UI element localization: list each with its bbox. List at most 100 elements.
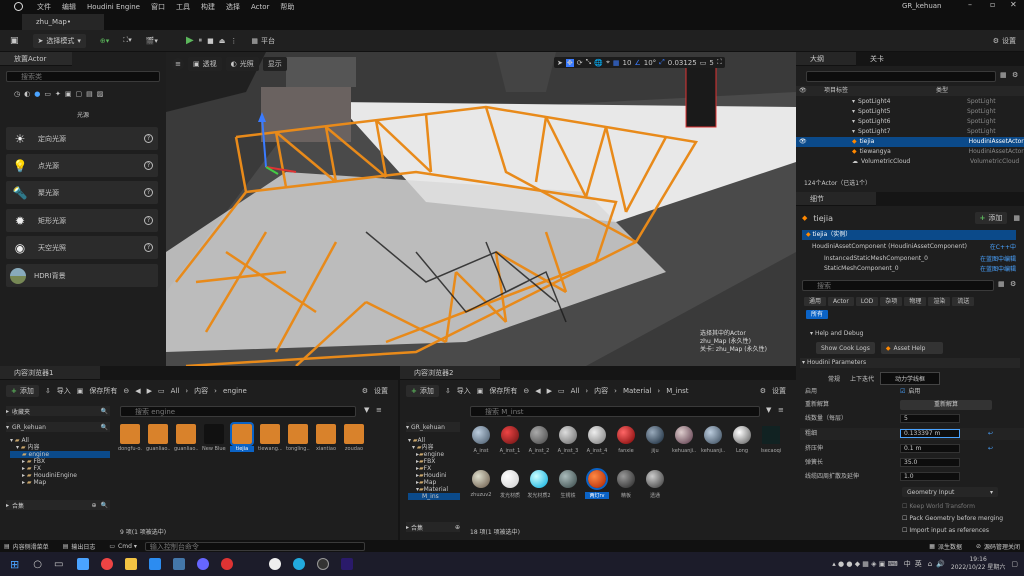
- folder-item[interactable]: ▸ ▰ HoudiniEngine: [10, 472, 110, 479]
- history-icon[interactable]: ⊖: [523, 387, 529, 395]
- material-thumb[interactable]: [675, 426, 693, 444]
- subtab-iteration[interactable]: 上下迭代: [846, 373, 878, 384]
- scale-snap-icon[interactable]: ⤢: [659, 58, 665, 67]
- app-obs-icon[interactable]: [317, 558, 330, 570]
- menu-file[interactable]: 文件: [37, 2, 51, 12]
- material-thumb[interactable]: [617, 426, 635, 444]
- cb2-path-material[interactable]: Material: [623, 387, 651, 395]
- settings-icon[interactable]: ⚙: [1012, 71, 1018, 79]
- menu-houdini[interactable]: Houdini Engine: [87, 3, 140, 11]
- material-thumb[interactable]: [646, 426, 664, 444]
- windows-start-icon[interactable]: ⊞: [10, 558, 19, 571]
- output-log-icon[interactable]: ▤: [63, 543, 69, 550]
- settings-icon[interactable]: ⚙: [760, 387, 766, 395]
- filter-lod[interactable]: LOD: [855, 297, 879, 306]
- blueprint-thumb[interactable]: [204, 424, 224, 444]
- cb2-save-all-button[interactable]: 保存所有: [489, 386, 517, 396]
- show-cook-logs-button[interactable]: Show Cook Logs: [816, 342, 875, 354]
- perspective-button[interactable]: ▣ 透视: [188, 57, 222, 71]
- save-icon[interactable]: ▣: [477, 387, 484, 395]
- import-references-check[interactable]: ☐ Import input as references: [902, 525, 1003, 537]
- folder-item[interactable]: ▾ ▰All: [408, 437, 460, 444]
- component-row[interactable]: HoudiniAssetComponent (HoudiniAssetCompo…: [802, 240, 1016, 252]
- houdini-asset-thumb[interactable]: [316, 424, 336, 444]
- col-item-label[interactable]: 项目标签: [810, 86, 936, 96]
- recook-button[interactable]: 重新解算: [900, 400, 992, 410]
- houdini-asset-thumb-selected[interactable]: [230, 422, 254, 446]
- angle-snap-value[interactable]: 10°: [644, 59, 656, 67]
- menu-help[interactable]: 帮助: [280, 2, 294, 12]
- actor-spot-light[interactable]: 🔦 聚光源?: [6, 181, 158, 204]
- history-icon[interactable]: ⊖: [123, 387, 129, 395]
- pack-geometry-check[interactable]: ☐ Pack Geometry before merging: [902, 513, 1003, 525]
- cb2-settings-button[interactable]: 设置: [772, 386, 786, 396]
- settings-icon[interactable]: ⚙: [993, 37, 999, 45]
- filter-actor[interactable]: Actor: [828, 297, 854, 306]
- classes-icon[interactable]: ▤: [86, 90, 93, 98]
- world-space-icon[interactable]: 🌐: [594, 59, 603, 67]
- maximize-button[interactable]: ▫: [990, 0, 995, 9]
- source-control-icon[interactable]: ⊘: [976, 543, 981, 550]
- component-row[interactable]: StaticMeshComponent_0 在蓝图中编辑: [802, 264, 1016, 273]
- folder-item[interactable]: ▸ ▰ FBX: [10, 458, 110, 465]
- settings-button[interactable]: 设置: [1002, 36, 1016, 46]
- cb2-path-all[interactable]: All: [571, 387, 580, 395]
- help-icon[interactable]: ?: [144, 134, 153, 143]
- filter-rendering[interactable]: 渲染: [928, 297, 951, 306]
- outliner-row[interactable]: ▾ SpotLight5 SpotLight: [796, 107, 1024, 117]
- content-browser-1-tab[interactable]: 内容浏览器1: [0, 366, 100, 380]
- scale-snap-value[interactable]: 0.03125: [668, 59, 697, 67]
- other-icon[interactable]: ▨: [97, 90, 104, 98]
- visibility-icon[interactable]: 👁: [796, 137, 852, 147]
- derived-data-icon[interactable]: ▦: [929, 543, 935, 550]
- outliner-row[interactable]: ▾ SpotLight4 SpotLight: [796, 97, 1024, 107]
- app-ue-icon[interactable]: [269, 558, 282, 570]
- help-icon[interactable]: ?: [144, 216, 153, 225]
- material-thumb[interactable]: [617, 470, 635, 488]
- actor-rect-light[interactable]: ✹ 矩形光源?: [6, 209, 158, 232]
- actor-search-input[interactable]: 搜索类: [6, 71, 160, 82]
- material-thumb[interactable]: [501, 426, 519, 444]
- level-viewport[interactable]: ≡ ▣ 透视 ◐ 光照 显示 ➤ ✥ ⟳ ⤡ 🌐 ⌖ ▦ 10 ∠ 10° ⤢ 0.…: [166, 52, 796, 366]
- reset-icon[interactable]: ↩: [988, 428, 993, 440]
- houdini-asset-thumb[interactable]: [344, 424, 364, 444]
- stop-button[interactable]: ■: [207, 37, 214, 45]
- output-log-button[interactable]: 输出日志: [71, 542, 95, 551]
- play-options-button[interactable]: ⏸: [199, 36, 203, 45]
- map-tab[interactable]: zhu_Map•: [22, 14, 104, 30]
- cb1-settings-button[interactable]: 设置: [374, 386, 388, 396]
- material-thumb[interactable]: [501, 470, 519, 488]
- outliner-row[interactable]: ◆ tiewangya HoudiniAssetActor: [796, 147, 1024, 157]
- filter-physics[interactable]: 物理: [904, 297, 927, 306]
- collections-header[interactable]: ▸ 合集 ⊕ 🔍: [6, 500, 110, 510]
- more-options-icon[interactable]: ⋮: [230, 37, 237, 45]
- menu-edit[interactable]: 编辑: [62, 2, 76, 12]
- outliner-row[interactable]: ☁ VolumetricCloud VolumetricCloud: [796, 157, 1024, 167]
- enable-checkbox[interactable]: ☑: [900, 386, 905, 398]
- translate-tool-icon[interactable]: ✥: [565, 58, 574, 67]
- angle-snap-icon[interactable]: ∠: [634, 59, 640, 67]
- cb1-path-engine[interactable]: engine: [223, 387, 247, 395]
- material-thumb[interactable]: [762, 426, 780, 444]
- cb1-save-all-button[interactable]: 保存所有: [89, 386, 117, 396]
- subtab-general[interactable]: 常规: [824, 373, 844, 384]
- outliner-row-selected[interactable]: 👁 ◆ tiejia HoudiniAssetActor: [796, 137, 1024, 147]
- spring-length-input[interactable]: 35.0: [900, 458, 960, 467]
- cb2-add-button[interactable]: + 添加: [406, 385, 439, 397]
- levels-tab[interactable]: 关卡: [856, 54, 906, 64]
- houdini-asset-thumb[interactable]: [148, 424, 168, 444]
- spread-input[interactable]: 1.0: [900, 472, 960, 481]
- thickness-input[interactable]: 0.133397 m: [900, 429, 960, 438]
- folder-item[interactable]: ▸▰FBX: [408, 458, 460, 465]
- subtab-dynamics[interactable]: 动力学线框: [880, 372, 941, 385]
- app-explorer-icon[interactable]: [125, 558, 138, 570]
- menu-tools[interactable]: 工具: [176, 2, 190, 12]
- source-control-button[interactable]: 源码管理关闭: [984, 542, 1020, 551]
- details-search-input[interactable]: 搜索: [802, 280, 994, 291]
- table-view-icon[interactable]: ▦: [998, 280, 1005, 288]
- cb1-path-all[interactable]: All: [171, 387, 180, 395]
- tray-icons[interactable]: ▴ ● ● ◆ ▦ ◈ ▣ ⌨: [832, 560, 897, 568]
- grid-snap-icon[interactable]: ▦: [613, 59, 620, 67]
- cb2-path-content[interactable]: 内容: [594, 386, 608, 396]
- lights-icon[interactable]: ●: [34, 90, 40, 98]
